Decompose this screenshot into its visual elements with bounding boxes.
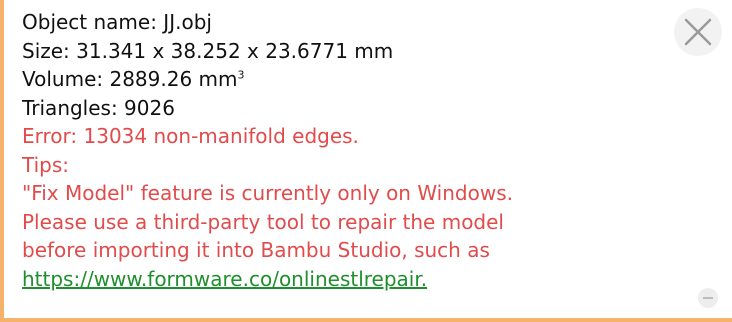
error-message: Error: 13034 non-manifold edges. [22,124,359,148]
tip-line: before importing it into Bambu Studio, s… [22,238,490,262]
volume-value: Volume: 2889.26 mm [22,67,238,91]
tip-line: "Fix Model" feature is currently only on… [22,181,513,205]
object-size: Size: 31.341 x 38.252 x 23.6771 mm [22,38,394,63]
collapse-button[interactable] [698,288,718,308]
object-volume: Volume: 2889.26 mm3 [22,65,513,94]
repair-tool-link[interactable]: https://www.formware.co/onlinestlrepair. [22,267,427,291]
tip-line: Please use a third-party tool to repair … [22,209,504,234]
close-icon [684,18,712,46]
triangle-count: Triangles: 9026 [22,95,175,120]
tips-label: Tips: [22,152,70,177]
model-info-notification: Object name: JJ.obj Size: 31.341 x 38.25… [0,0,732,322]
close-button[interactable] [674,8,722,56]
object-name: Object name: JJ.obj [22,10,212,34]
volume-unit-superscript: 3 [237,68,245,82]
notification-content: Object name: JJ.obj Size: 31.341 x 38.25… [22,8,513,293]
